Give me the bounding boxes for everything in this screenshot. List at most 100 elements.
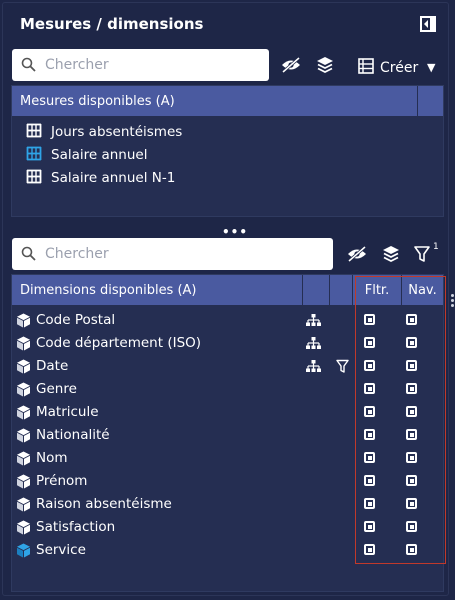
dimension-label: Prénom (36, 473, 88, 489)
panel-titlebar: Mesures / dimensions (3, 3, 448, 45)
nav-checkbox[interactable] (406, 544, 417, 555)
dimension-label: Raison absentéisme (36, 496, 172, 512)
filter-checkbox[interactable] (364, 383, 375, 394)
dimensions-list: Dimensions disponibles (A) Fltr. Nav. Co… (11, 274, 444, 592)
filter-count-badge: 1 (433, 242, 439, 252)
dimensions-search-input[interactable] (45, 238, 245, 270)
dimension-item[interactable]: Service (12, 539, 442, 562)
nav-checkbox[interactable] (406, 337, 417, 348)
resize-handle[interactable] (451, 294, 454, 309)
filter-icon (414, 246, 430, 262)
cube-icon (16, 336, 31, 355)
dimension-item[interactable]: Matricule (12, 401, 442, 424)
measures-list: Mesures disponibles (A) Jours absentéism… (11, 85, 444, 217)
filter-icon[interactable] (336, 359, 349, 378)
filter-checkbox[interactable] (364, 314, 375, 325)
cube-icon (16, 543, 31, 562)
nav-checkbox[interactable] (406, 475, 417, 486)
dimension-label: Date (36, 358, 69, 374)
column-header-nav-label: Nav. (408, 282, 437, 298)
dimension-label: Satisfaction (36, 519, 116, 535)
create-button[interactable]: Créer (358, 58, 418, 78)
dimension-item[interactable]: Raison absentéisme (12, 493, 442, 516)
dimension-label: Genre (36, 381, 77, 397)
filter-checkbox[interactable] (364, 360, 375, 371)
search-icon (21, 246, 36, 265)
filter-checkbox[interactable] (364, 406, 375, 417)
layers-icon[interactable] (382, 245, 400, 267)
nav-checkbox[interactable] (406, 360, 417, 371)
nav-checkbox[interactable] (406, 314, 417, 325)
cube-icon (16, 428, 31, 447)
hide-unused-dimensions-icon[interactable] (346, 245, 368, 266)
dimensions-header-filter-indicator (330, 275, 352, 305)
measure-icon (26, 123, 51, 142)
filter-checkbox[interactable] (364, 452, 375, 463)
filter-checkbox[interactable] (364, 521, 375, 532)
column-header-nav[interactable]: Nav. (402, 275, 443, 305)
cube-icon (16, 520, 31, 539)
cube-icon (16, 474, 31, 493)
hide-unused-measures-icon[interactable] (280, 56, 302, 77)
nav-checkbox[interactable] (406, 429, 417, 440)
dimension-label: Nom (36, 450, 68, 466)
cube-icon (16, 451, 31, 470)
dimension-item[interactable]: Genre (12, 378, 442, 401)
cube-icon (16, 405, 31, 424)
dimension-item[interactable]: Date (12, 355, 442, 378)
measures-dimensions-panel: Mesures / dimensions Chercher Créer ▼ Me… (2, 2, 449, 596)
measures-header-extra (418, 86, 443, 116)
measure-icon (26, 146, 51, 165)
splitter-handle[interactable]: ••• (222, 225, 248, 239)
dimensions-header-label: Dimensions disponibles (A) (20, 282, 197, 298)
cube-icon (16, 497, 31, 516)
dimension-label: Matricule (36, 404, 99, 420)
calculator-icon (358, 58, 374, 78)
dimensions-header: Dimensions disponibles (A) (12, 275, 302, 305)
filter-checkbox[interactable] (364, 429, 375, 440)
dimensions-search-box[interactable] (12, 238, 333, 270)
filter-checkbox[interactable] (364, 544, 375, 555)
measure-item[interactable]: Jours absentéismes (26, 121, 182, 143)
dimension-item[interactable]: Code Postal (12, 309, 442, 332)
measures-header: Mesures disponibles (A) (12, 86, 417, 116)
measures-search-input[interactable] (45, 49, 245, 81)
cube-icon (16, 313, 31, 332)
nav-checkbox[interactable] (406, 498, 417, 509)
dimension-item[interactable]: Code département (ISO) (12, 332, 442, 355)
chevron-down-icon[interactable]: ▼ (427, 61, 435, 74)
measure-item[interactable]: Salaire annuel (26, 144, 147, 166)
measures-header-label: Mesures disponibles (A) (20, 93, 175, 109)
dimension-label: Service (36, 542, 86, 558)
nav-checkbox[interactable] (406, 406, 417, 417)
filter-checkbox[interactable] (364, 475, 375, 486)
measure-label: Salaire annuel (51, 147, 148, 163)
filter-checkbox[interactable] (364, 498, 375, 509)
dimensions-header-hierarchy (303, 275, 329, 305)
dimension-item[interactable]: Satisfaction (12, 516, 442, 539)
nav-checkbox[interactable] (406, 521, 417, 532)
measures-search-box[interactable] (12, 49, 269, 81)
measure-label: Salaire annuel N-1 (51, 170, 176, 186)
cube-icon (16, 359, 31, 378)
filter-button[interactable]: 1 (414, 242, 439, 267)
layers-icon[interactable] (316, 56, 334, 78)
dimension-label: Code Postal (36, 312, 116, 328)
dimension-item[interactable]: Nationalité (12, 424, 442, 447)
dimension-label: Nationalité (36, 427, 110, 443)
nav-checkbox[interactable] (406, 452, 417, 463)
hierarchy-icon[interactable] (306, 337, 321, 354)
cube-icon (16, 382, 31, 401)
dimension-item[interactable]: Prénom (12, 470, 442, 493)
dimension-item[interactable]: Nom (12, 447, 442, 470)
filter-checkbox[interactable] (364, 337, 375, 348)
column-header-filter[interactable]: Fltr. (353, 275, 401, 305)
measure-label: Jours absentéismes (51, 124, 183, 140)
nav-checkbox[interactable] (406, 383, 417, 394)
collapse-panel-icon[interactable] (420, 16, 436, 32)
measure-icon (26, 169, 51, 188)
hierarchy-icon[interactable] (306, 314, 321, 331)
column-header-filter-label: Fltr. (364, 282, 390, 298)
hierarchy-icon[interactable] (306, 360, 321, 377)
measure-item[interactable]: Salaire annuel N-1 (26, 167, 175, 189)
